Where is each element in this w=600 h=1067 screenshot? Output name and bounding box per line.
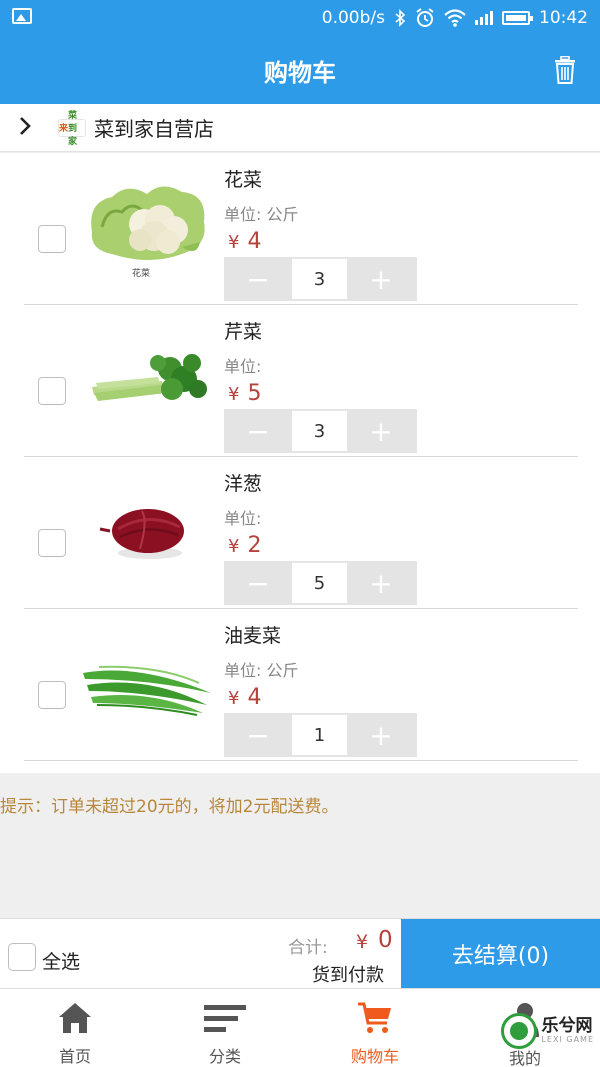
chevron-right-icon[interactable] bbox=[18, 113, 44, 143]
signal-icon bbox=[475, 11, 493, 25]
image-notification-icon bbox=[12, 7, 32, 24]
network-speed: 0.00b/s bbox=[321, 8, 385, 28]
item-unit: 单位: 公斤 bbox=[224, 661, 299, 680]
quantity-stepper: − 3 + bbox=[224, 257, 417, 301]
decrease-button[interactable]: − bbox=[224, 713, 292, 757]
item-name: 花菜 bbox=[224, 169, 263, 191]
shop-name: 菜到家自营店 bbox=[94, 117, 214, 141]
lettuce-image bbox=[78, 621, 216, 745]
shop-header[interactable]: 来菜到家 菜到家自营店 bbox=[0, 104, 600, 152]
quantity-value[interactable]: 3 bbox=[292, 259, 347, 299]
delivery-fee-notice: 提示：订单未超过20元的，将加2元配送费。 bbox=[0, 797, 339, 817]
decrease-button[interactable]: − bbox=[224, 561, 292, 605]
celery-image bbox=[78, 317, 216, 441]
cart-item: 油麦菜 单位: 公斤 ¥4 − 1 + bbox=[24, 609, 578, 761]
item-name: 洋葱 bbox=[224, 473, 263, 495]
tab-bar: 首页 分类 购物车 我的 乐兮网 LEXI GAME bbox=[0, 988, 600, 1067]
tab-label: 购物车 bbox=[350, 1047, 399, 1066]
item-checkbox[interactable] bbox=[38, 529, 66, 557]
item-name: 油麦菜 bbox=[224, 625, 282, 647]
item-name: 芹菜 bbox=[224, 321, 263, 343]
item-price: ¥5 bbox=[228, 381, 262, 406]
cauliflower-image: 花菜 bbox=[78, 165, 216, 289]
cart-item-list: 花菜 花菜 单位: 公斤 ¥4 − 3 + 芹菜 单位: ¥ 5 − 3 + 洋… bbox=[0, 153, 600, 773]
cart-icon bbox=[357, 1001, 393, 1035]
tab-label: 分类 bbox=[208, 1047, 241, 1066]
cart-item: 洋葱 单位: ¥2 − 5 + bbox=[24, 457, 578, 609]
clock: 10:42 bbox=[539, 8, 588, 28]
increase-button[interactable]: + bbox=[347, 257, 415, 301]
alarm-icon bbox=[416, 8, 434, 27]
wifi-icon bbox=[444, 9, 466, 27]
battery-icon bbox=[502, 11, 533, 25]
quantity-stepper: − 5 + bbox=[224, 561, 417, 605]
decrease-button[interactable]: − bbox=[224, 409, 292, 453]
increase-button[interactable]: + bbox=[347, 409, 415, 453]
shop-logo: 来菜到家 bbox=[58, 111, 86, 147]
item-checkbox[interactable] bbox=[38, 681, 66, 709]
total-amount: 0 bbox=[378, 927, 393, 953]
quantity-value[interactable]: 1 bbox=[292, 715, 347, 755]
quantity-stepper: − 3 + bbox=[224, 409, 417, 453]
decrease-button[interactable]: − bbox=[224, 257, 292, 301]
quantity-stepper: − 1 + bbox=[224, 713, 417, 757]
tab-category[interactable]: 分类 bbox=[150, 989, 300, 1067]
item-unit: 单位: bbox=[224, 509, 262, 528]
tab-cart[interactable]: 购物车 bbox=[300, 989, 450, 1067]
increase-button[interactable]: + bbox=[347, 713, 415, 757]
checkout-button[interactable]: 去结算(0) bbox=[401, 919, 600, 989]
total-label: 合计: bbox=[288, 938, 328, 958]
list-icon bbox=[202, 1001, 248, 1035]
watermark-logo-icon bbox=[501, 1013, 538, 1049]
item-checkbox[interactable] bbox=[38, 377, 66, 405]
checkout-bar: 全选 合计: ¥ 0 货到付款 去结算(0) bbox=[0, 918, 600, 989]
item-price: ¥2 bbox=[228, 533, 262, 558]
watermark: 乐兮网 LEXI GAME bbox=[501, 1013, 594, 1049]
item-unit: 单位: 公斤 bbox=[224, 205, 299, 224]
select-all-label[interactable]: 全选 bbox=[42, 947, 80, 974]
status-bar: 0.00b/s 10:42 bbox=[0, 0, 600, 36]
quantity-value[interactable]: 5 bbox=[292, 563, 347, 603]
cart-item: 芹菜 单位: ¥5 − 3 + bbox=[24, 305, 578, 457]
payment-method: 货到付款 bbox=[312, 965, 384, 986]
image-caption: 花菜 bbox=[132, 267, 150, 279]
select-all-checkbox[interactable] bbox=[8, 943, 36, 971]
onion-image bbox=[78, 469, 216, 593]
nav-bar: 购物车 bbox=[0, 36, 600, 104]
total-currency: ¥ bbox=[356, 931, 369, 953]
quantity-value[interactable]: 3 bbox=[292, 411, 347, 451]
item-price: ¥4 bbox=[228, 685, 262, 710]
tab-label: 首页 bbox=[58, 1047, 91, 1066]
item-price: ¥4 bbox=[228, 229, 262, 254]
bluetooth-icon bbox=[395, 9, 406, 27]
page-title: 购物车 bbox=[264, 58, 336, 87]
tab-home[interactable]: 首页 bbox=[0, 989, 150, 1067]
watermark-subtext: LEXI GAME bbox=[541, 1035, 594, 1044]
increase-button[interactable]: + bbox=[347, 561, 415, 605]
watermark-text: 乐兮网 bbox=[541, 1016, 593, 1036]
item-unit: 单位: bbox=[224, 357, 262, 376]
item-checkbox[interactable] bbox=[38, 225, 66, 253]
trash-icon[interactable] bbox=[554, 56, 576, 84]
home-icon bbox=[57, 1001, 93, 1035]
cart-item: 花菜 花菜 单位: 公斤 ¥4 − 3 + bbox=[24, 153, 578, 305]
